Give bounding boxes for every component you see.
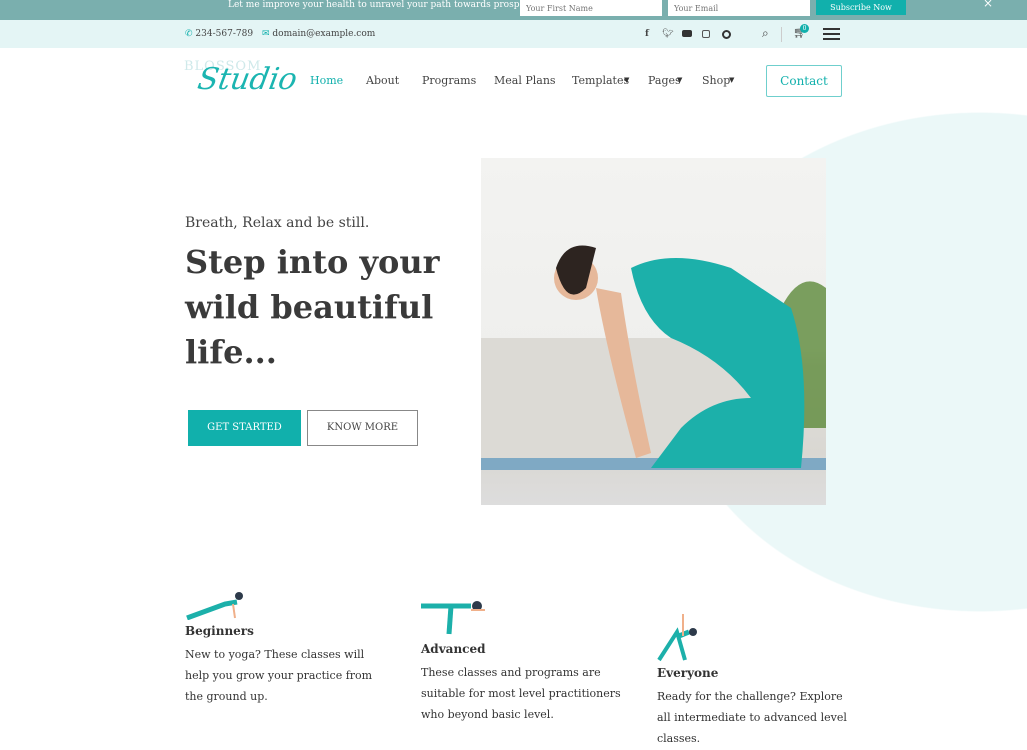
nav-about[interactable]: About <box>366 74 399 87</box>
first-name-input[interactable] <box>520 0 662 16</box>
cart-count-badge: 0 <box>800 24 809 33</box>
hero-subtitle: Breath, Relax and be still. <box>185 215 370 231</box>
nav-meal-plans[interactable]: Meal Plans <box>494 74 556 87</box>
hero-yoga-photo <box>481 158 826 505</box>
chevron-down-icon: ▼ <box>729 76 735 84</box>
nav-shop[interactable]: Shop <box>702 74 730 87</box>
email-input[interactable] <box>668 0 810 16</box>
feature-advanced: Advanced These classes and programs are … <box>421 600 621 725</box>
pinterest-icon[interactable] <box>722 30 731 39</box>
feature-beginners: Beginners New to yoga? These classes wil… <box>185 590 385 707</box>
warrior-pose-icon <box>421 601 485 635</box>
nav-templates[interactable]: Templates <box>572 74 629 87</box>
chevron-down-icon: ▼ <box>624 76 630 84</box>
logo-script[interactable]: Studio <box>195 62 300 97</box>
facebook-icon[interactable]: f <box>645 29 649 39</box>
feature-text: New to yoga? These classes will help you… <box>185 648 373 703</box>
subscribe-bar: Let me improve your health to unravel yo… <box>0 0 1027 20</box>
know-more-button[interactable]: KNOW MORE <box>307 410 418 446</box>
info-bar: ✆ 234-567-789 ✉ domain@example.com f 🐦︎ … <box>0 20 1027 48</box>
twitter-icon[interactable]: 🐦︎ <box>662 29 673 39</box>
subscribe-button[interactable]: Subscribe Now <box>816 0 906 15</box>
subscribe-message: Let me improve your health to unravel yo… <box>228 0 543 10</box>
feature-everyone: Everyone Ready for the challenge? Explor… <box>657 612 857 749</box>
feature-text: These classes and programs are suitable … <box>421 666 621 721</box>
nav-home[interactable]: Home <box>310 74 343 87</box>
mail-icon: ✉ <box>262 29 270 39</box>
divider <box>781 27 782 42</box>
triangle-pose-icon <box>657 614 697 662</box>
phone: ✆ 234-567-789 <box>185 29 254 39</box>
feature-title: Everyone <box>657 666 719 680</box>
instagram-icon[interactable] <box>702 30 710 38</box>
get-started-button[interactable]: GET STARTED <box>188 410 301 446</box>
hero-title: Step into your wild beautiful life... <box>185 243 440 371</box>
search-icon[interactable]: ⌕ <box>762 26 769 41</box>
nav-programs[interactable]: Programs <box>422 74 476 87</box>
contact-button[interactable]: Contact <box>766 65 842 97</box>
phone-icon: ✆ <box>185 29 193 39</box>
hamburger-menu-icon[interactable] <box>823 28 840 40</box>
email-link[interactable]: ✉ domain@example.com <box>262 29 375 39</box>
close-icon[interactable]: × <box>983 0 993 10</box>
chevron-down-icon: ▼ <box>677 76 683 84</box>
nav-pages[interactable]: Pages <box>648 74 681 87</box>
youtube-icon[interactable] <box>682 30 692 37</box>
plank-pose-icon <box>186 592 243 621</box>
feature-title: Beginners <box>185 624 254 638</box>
feature-title: Advanced <box>421 642 486 656</box>
feature-text: Ready for the challenge? Explore all int… <box>657 690 847 745</box>
